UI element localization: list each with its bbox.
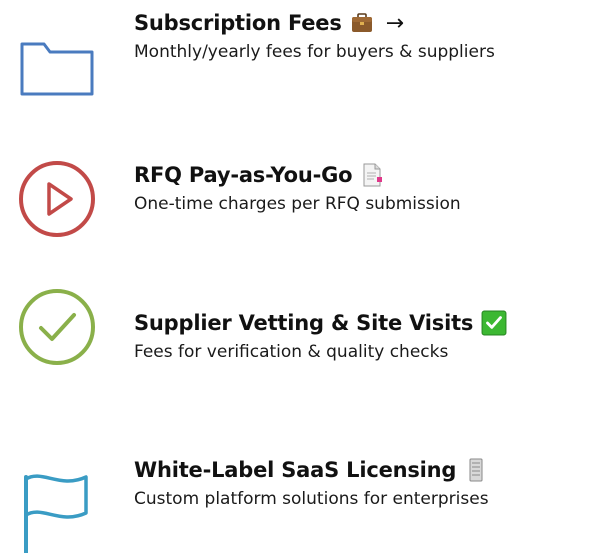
- server-icon: [464, 458, 488, 482]
- folder-icon: [14, 24, 100, 110]
- arrow-right-icon: →: [385, 10, 405, 36]
- revenue-item-rfq: RFQ Pay-as-You-Go One-time charges per R…: [0, 140, 602, 260]
- item-title: White-Label SaaS Licensing: [134, 458, 457, 482]
- flag-icon: [14, 467, 100, 553]
- item-description: Monthly/yearly fees for buyers & supplie…: [134, 42, 495, 62]
- item-title: Subscription Fees: [134, 11, 342, 35]
- item-title: Supplier Vetting & Site Visits: [134, 311, 474, 335]
- item-description: Custom platform solutions for enterprise…: [134, 489, 489, 509]
- document-icon: [360, 163, 384, 187]
- item-description: One-time charges per RFQ submission: [134, 194, 461, 214]
- check-circle-icon: [14, 284, 100, 370]
- check-box-icon: [481, 310, 507, 336]
- item-description: Fees for verification & quality checks: [134, 342, 449, 362]
- revenue-item-vetting: Supplier Vetting & Site Visits Fees for …: [0, 284, 602, 404]
- play-circle-icon: [14, 156, 100, 242]
- briefcase-icon: [350, 11, 374, 35]
- revenue-item-subscription: Subscription Fees → Monthly/yearly fees …: [0, 0, 602, 120]
- item-title: RFQ Pay-as-You-Go: [134, 163, 353, 187]
- revenue-item-saas: White-Label SaaS Licensing Custom platfo…: [0, 425, 602, 553]
